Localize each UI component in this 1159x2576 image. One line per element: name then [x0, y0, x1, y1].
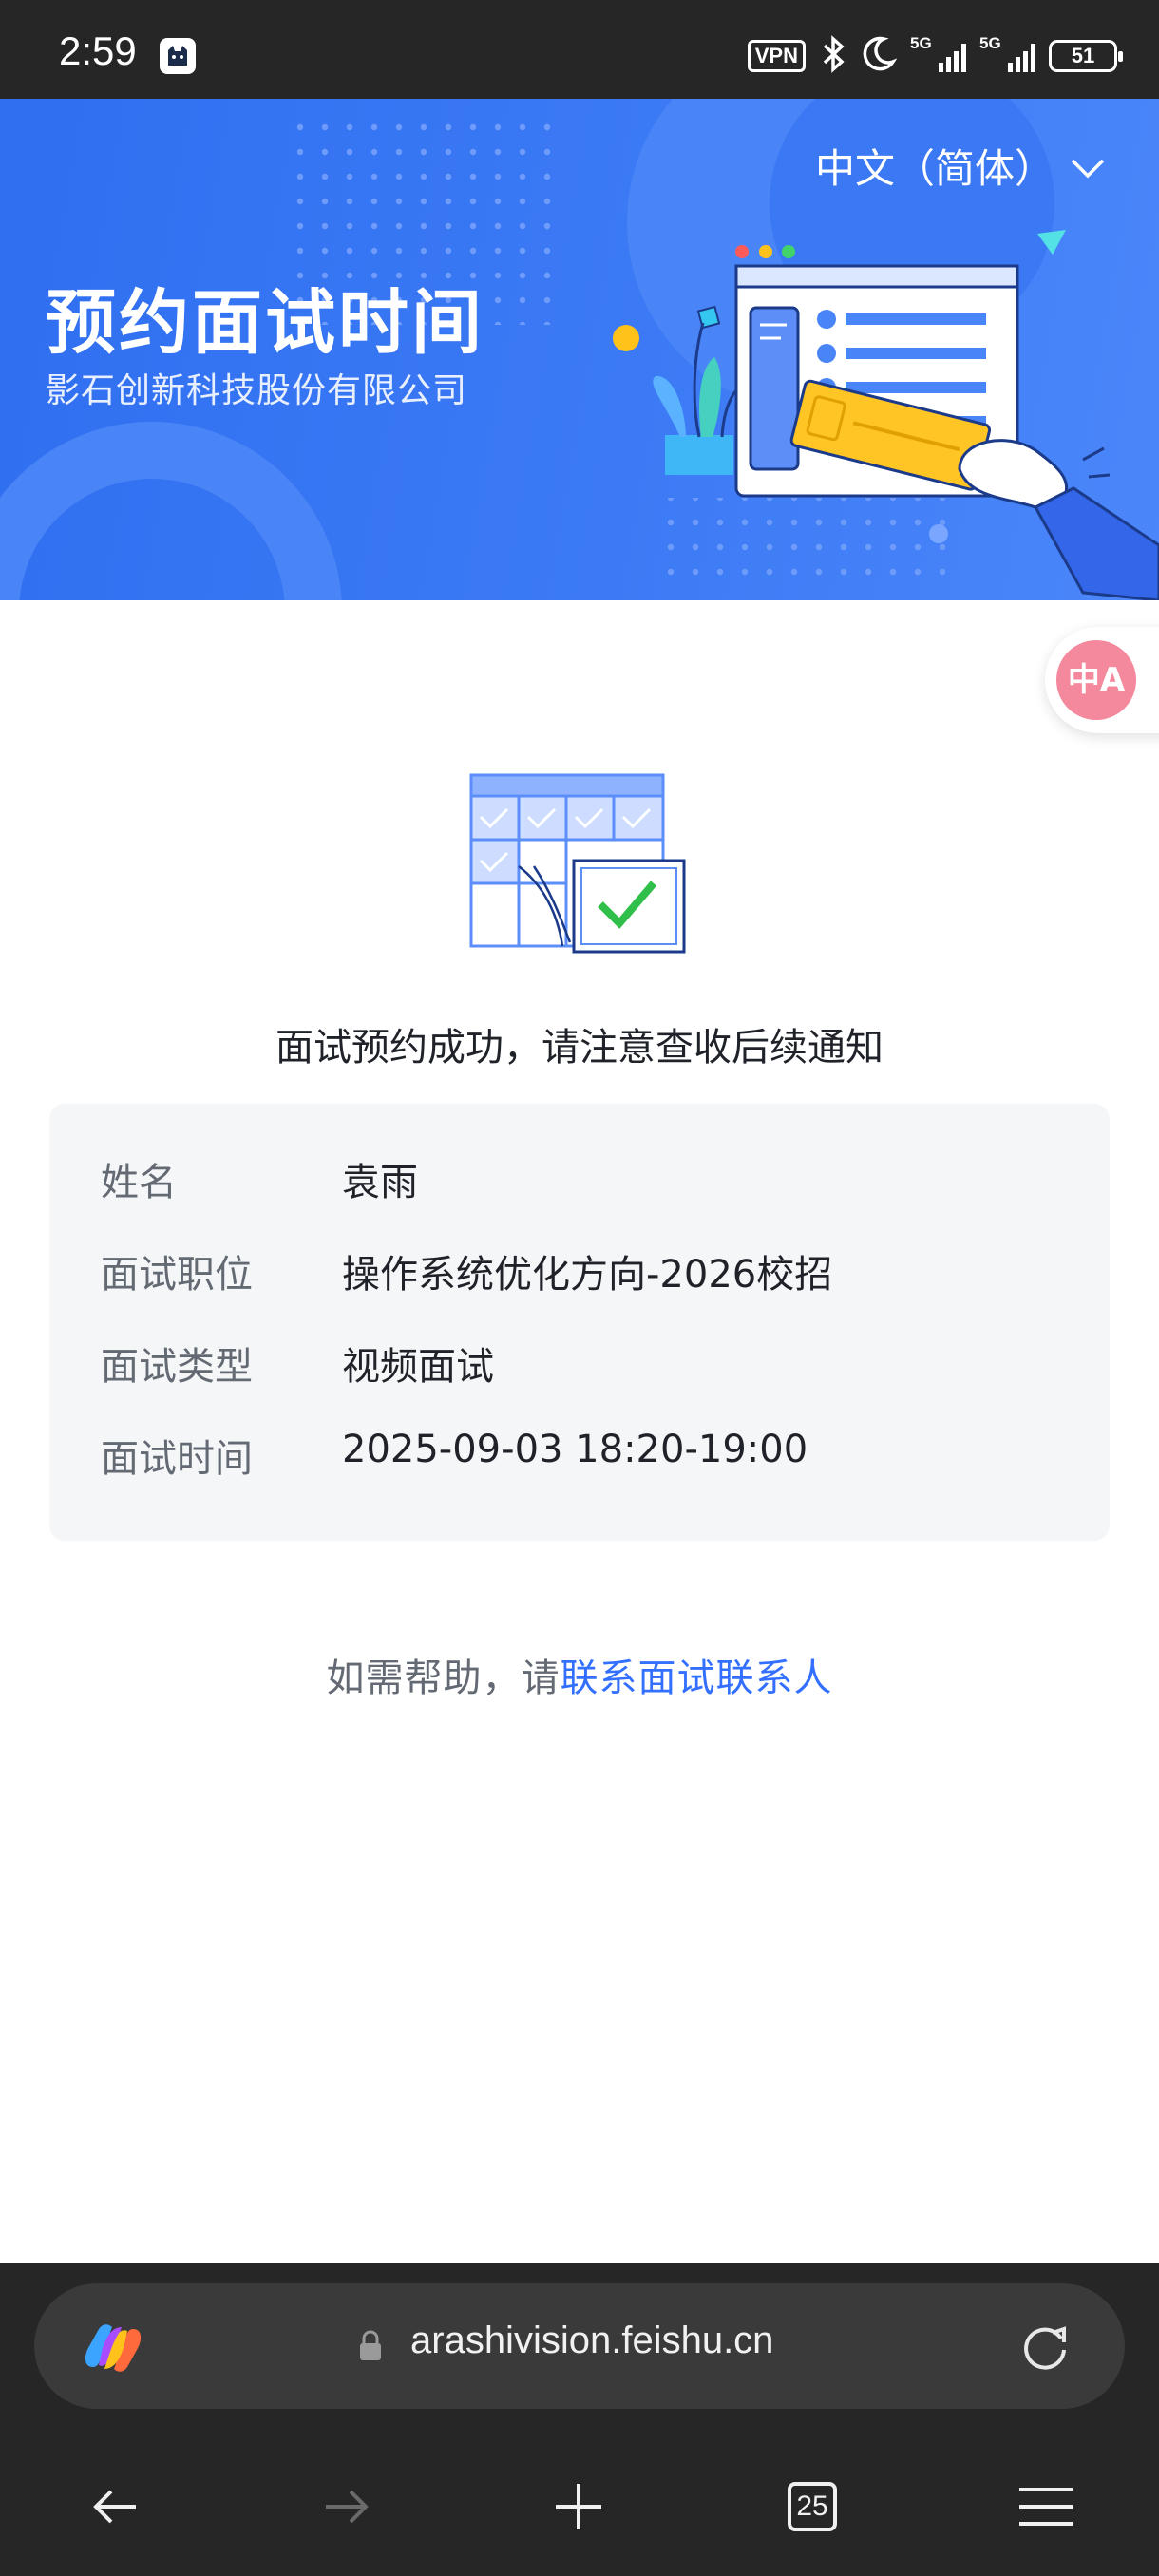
translate-icon: 中A [1056, 640, 1136, 720]
company-name: 影石创新科技股份有限公司 [46, 371, 468, 410]
detail-row-time: 面试时间 2025-09-03 18:20-19:00 [101, 1428, 808, 1483]
success-message: 面试预约成功，请注意查收后续通知 [276, 1026, 884, 1070]
language-label: 中文（简体） [814, 145, 1054, 192]
hamburger-menu-icon [1019, 2488, 1073, 2526]
address-bar[interactable]: arashivision.feishu.cn [34, 2283, 1125, 2409]
detail-label: 姓名 [101, 1161, 177, 1204]
detail-label: 面试职位 [101, 1253, 253, 1297]
plus-icon [556, 2484, 601, 2529]
vpn-icon: VPN [747, 40, 806, 72]
header-banner: 中文（简体） 预约面试时间 影石创新科技股份有限公司 [0, 99, 1159, 600]
detail-value: 袁雨 [342, 1161, 418, 1204]
tab-count-icon: 25 [788, 2482, 837, 2531]
help-text: 如需帮助，请联系面试联系人 [0, 1647, 1159, 1702]
menu-button[interactable] [1003, 2464, 1089, 2549]
reload-icon[interactable] [1016, 2318, 1074, 2378]
back-button[interactable] [72, 2464, 158, 2549]
arrow-left-icon [93, 2490, 136, 2524]
translate-button[interactable]: 中A [1045, 627, 1159, 733]
language-selector[interactable]: 中文（简体） [815, 137, 1106, 195]
status-bar: 2:59 VPN 5G 5G 51 [0, 0, 1159, 99]
copilot-icon[interactable] [80, 2320, 146, 2380]
tabs-button[interactable]: 25 [770, 2464, 855, 2549]
tab-count: 25 [796, 2491, 828, 2522]
detail-value: 2025-09-03 18:20-19:00 [342, 1428, 808, 1471]
notification-app-icon [160, 38, 196, 74]
signal-icon-sim2: 5G [979, 34, 1036, 72]
url-text: arashivision.feishu.cn [410, 2320, 774, 2361]
browser-toolbar: arashivision.feishu.cn 25 [0, 2263, 1159, 2576]
detail-row-type: 面试类型 视频面试 [101, 1335, 494, 1391]
detail-value: 操作系统优化方向-2026校招 [342, 1253, 833, 1297]
interview-details-card: 姓名 袁雨 面试职位 操作系统优化方向-2026校招 面试类型 视频面试 面试时… [49, 1104, 1110, 1541]
detail-label: 面试时间 [101, 1437, 253, 1481]
detail-label: 面试类型 [101, 1345, 253, 1389]
moon-icon [861, 35, 898, 77]
detail-row-name: 姓名 袁雨 [101, 1151, 418, 1206]
detail-row-position: 面试职位 操作系统优化方向-2026校招 [101, 1243, 832, 1298]
lock-icon [357, 2329, 384, 2367]
forward-button[interactable] [304, 2464, 390, 2549]
detail-value: 视频面试 [342, 1345, 494, 1389]
page-title: 预约面试时间 [46, 282, 484, 364]
contact-interviewer-link[interactable]: 联系面试联系人 [560, 1657, 833, 1700]
arrow-right-icon [326, 2490, 369, 2524]
battery-icon: 51 [1049, 40, 1123, 72]
bluetooth-icon [819, 35, 847, 77]
calendar-check-icon [469, 773, 686, 954]
new-tab-button[interactable] [536, 2464, 621, 2549]
status-time: 2:59 [59, 28, 137, 73]
help-prefix: 如需帮助，请 [326, 1657, 560, 1700]
chevron-down-icon [1070, 142, 1106, 189]
signal-icon-sim1: 5G [910, 34, 966, 72]
